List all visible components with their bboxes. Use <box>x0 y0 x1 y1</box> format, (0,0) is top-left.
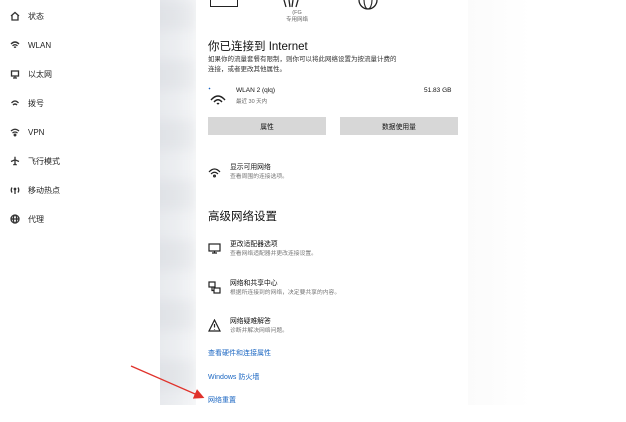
annotation-arrow <box>130 365 205 399</box>
bottom-strip <box>0 405 626 422</box>
